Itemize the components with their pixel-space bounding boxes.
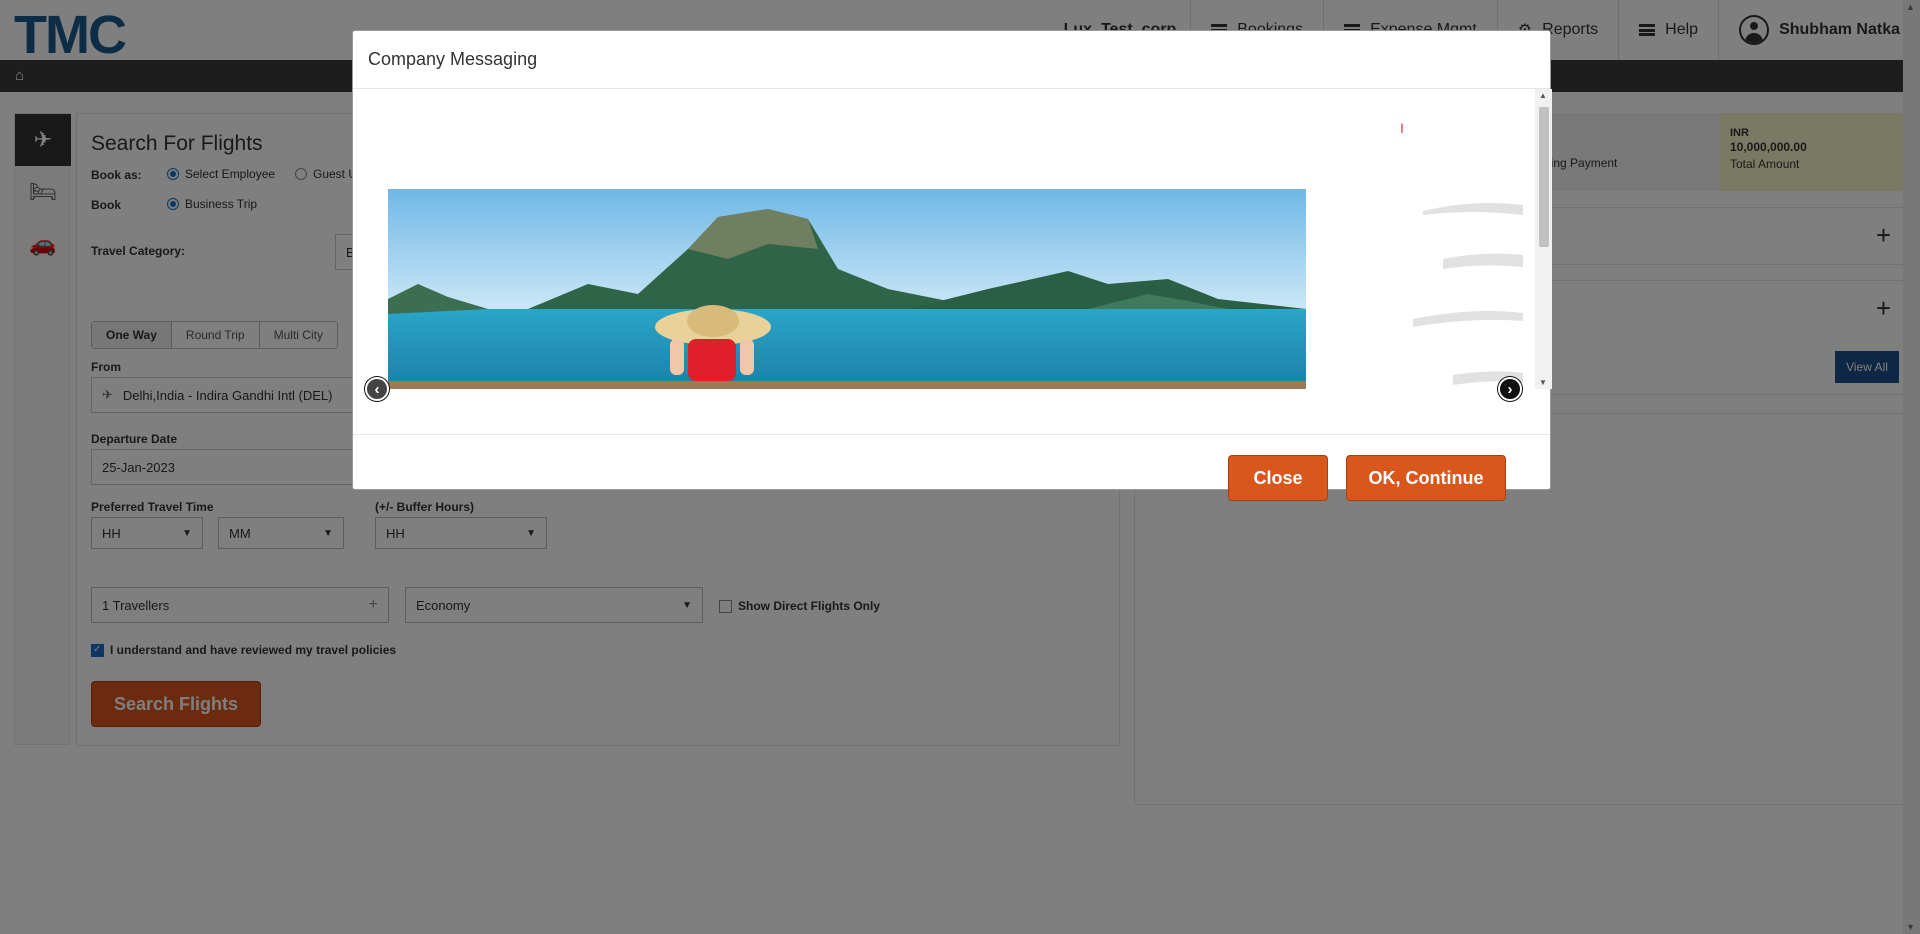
red-text-fragment: I	[1400, 120, 1404, 136]
modal-body: I ‹ › ▲ ▼	[353, 89, 1552, 434]
scrollbar-thumb[interactable]	[1539, 107, 1549, 247]
modal-header: Company Messaging	[353, 31, 1550, 89]
ok-continue-button[interactable]: OK, Continue	[1346, 455, 1506, 501]
blurred-image	[1403, 189, 1523, 389]
close-button[interactable]: Close	[1228, 455, 1328, 501]
modal-scrollbar[interactable]: ▲ ▼	[1535, 89, 1552, 389]
chevron-left-icon: ‹	[374, 380, 380, 398]
scroll-up-icon[interactable]: ▲	[1539, 91, 1547, 100]
modal-title: Company Messaging	[368, 49, 538, 69]
next-slide-preview	[1403, 189, 1523, 389]
scroll-down-icon[interactable]: ▼	[1539, 378, 1547, 387]
company-messaging-modal: Company Messaging I ‹ › ▲ ▼ Close OK, Co…	[352, 30, 1552, 501]
carousel-next-button[interactable]: ›	[1498, 377, 1522, 401]
beach-scene-image	[388, 189, 1306, 389]
modal-footer: Close OK, Continue	[353, 434, 1550, 501]
chevron-right-icon: ›	[1507, 380, 1513, 398]
carousel-prev-button[interactable]: ‹	[365, 377, 389, 401]
carousel-image	[388, 189, 1306, 389]
